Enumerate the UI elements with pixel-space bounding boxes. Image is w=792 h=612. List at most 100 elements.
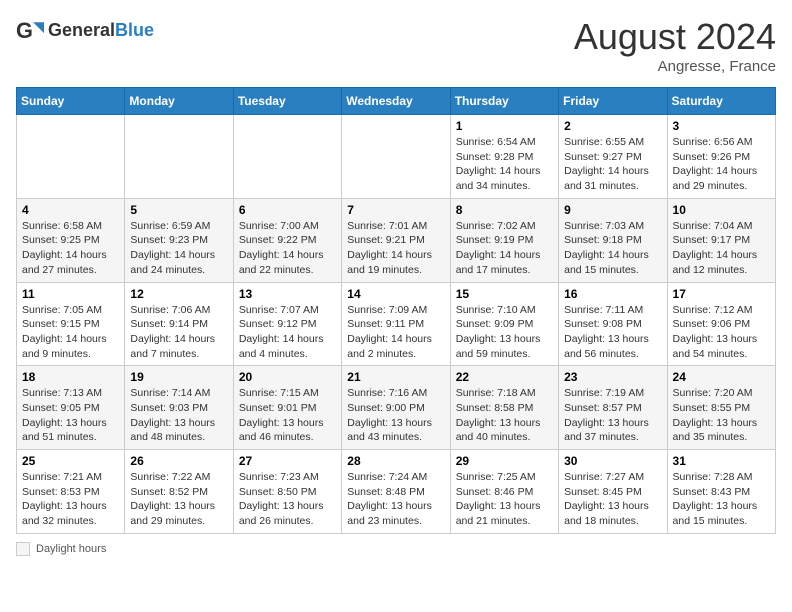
day-number: 30 <box>564 454 661 468</box>
day-number: 28 <box>347 454 444 468</box>
day-number: 21 <box>347 370 444 384</box>
day-info: Sunrise: 7:22 AMSunset: 8:52 PMDaylight:… <box>130 470 227 529</box>
calendar-cell: 12 Sunrise: 7:06 AMSunset: 9:14 PMDayligh… <box>125 282 233 366</box>
day-number: 12 <box>130 287 227 301</box>
calendar-cell <box>233 115 341 199</box>
day-number: 2 <box>564 119 661 133</box>
day-info: Sunrise: 7:02 AMSunset: 9:19 PMDaylight:… <box>456 219 553 278</box>
calendar-cell: 22 Sunrise: 7:18 AMSunset: 8:58 PMDayligh… <box>450 366 558 450</box>
calendar-week-1: 1 Sunrise: 6:54 AMSunset: 9:28 PMDaylight… <box>17 115 776 199</box>
day-number: 4 <box>22 203 119 217</box>
calendar-cell <box>125 115 233 199</box>
month-title: August 2024 <box>574 16 776 58</box>
column-header-wednesday: Wednesday <box>342 88 450 115</box>
calendar-cell: 8 Sunrise: 7:02 AMSunset: 9:19 PMDaylight… <box>450 198 558 282</box>
day-info: Sunrise: 6:58 AMSunset: 9:25 PMDaylight:… <box>22 219 119 278</box>
day-info: Sunrise: 7:24 AMSunset: 8:48 PMDaylight:… <box>347 470 444 529</box>
column-header-sunday: Sunday <box>17 88 125 115</box>
calendar-cell: 29 Sunrise: 7:25 AMSunset: 8:46 PMDayligh… <box>450 450 558 534</box>
calendar-cell: 11Sunrise: 7:05 AMSunset: 9:15 PMDayligh… <box>17 282 125 366</box>
header-row: SundayMondayTuesdayWednesdayThursdayFrid… <box>17 88 776 115</box>
day-info: Sunrise: 7:11 AMSunset: 9:08 PMDaylight:… <box>564 303 661 362</box>
day-info: Sunrise: 7:13 AMSunset: 9:05 PMDaylight:… <box>22 386 119 445</box>
calendar-cell: 19 Sunrise: 7:14 AMSunset: 9:03 PMDayligh… <box>125 366 233 450</box>
legend-label: Daylight hours <box>36 543 106 555</box>
calendar-cell: 14 Sunrise: 7:09 AMSunset: 9:11 PMDayligh… <box>342 282 450 366</box>
day-number: 25 <box>22 454 119 468</box>
day-info: Sunrise: 7:28 AMSunset: 8:43 PMDaylight:… <box>673 470 770 529</box>
legend-box <box>16 542 30 556</box>
day-info: Sunrise: 7:07 AMSunset: 9:12 PMDaylight:… <box>239 303 336 362</box>
calendar-cell: 27Sunrise: 7:23 AMSunset: 8:50 PMDayligh… <box>233 450 341 534</box>
day-info: Sunrise: 7:23 AMSunset: 8:50 PMDaylight:… <box>239 470 336 529</box>
calendar-cell <box>342 115 450 199</box>
legend: Daylight hours <box>16 542 776 556</box>
day-number: 16 <box>564 287 661 301</box>
day-number: 29 <box>456 454 553 468</box>
calendar-week-2: 4 Sunrise: 6:58 AMSunset: 9:25 PMDaylight… <box>17 198 776 282</box>
column-header-saturday: Saturday <box>667 88 775 115</box>
logo-blue-text: Blue <box>115 20 154 40</box>
day-info: Sunrise: 6:56 AMSunset: 9:26 PMDaylight:… <box>673 135 770 194</box>
day-info: Sunrise: 7:01 AMSunset: 9:21 PMDaylight:… <box>347 219 444 278</box>
column-header-friday: Friday <box>559 88 667 115</box>
column-header-monday: Monday <box>125 88 233 115</box>
calendar-cell: 30 Sunrise: 7:27 AMSunset: 8:45 PMDayligh… <box>559 450 667 534</box>
calendar-cell: 4 Sunrise: 6:58 AMSunset: 9:25 PMDaylight… <box>17 198 125 282</box>
day-number: 19 <box>130 370 227 384</box>
day-info: Sunrise: 7:04 AMSunset: 9:17 PMDaylight:… <box>673 219 770 278</box>
calendar-body: 1 Sunrise: 6:54 AMSunset: 9:28 PMDaylight… <box>17 115 776 534</box>
day-number: 1 <box>456 119 553 133</box>
day-info: Sunrise: 7:18 AMSunset: 8:58 PMDaylight:… <box>456 386 553 445</box>
column-header-tuesday: Tuesday <box>233 88 341 115</box>
svg-text:G: G <box>16 18 33 43</box>
day-info: Sunrise: 7:20 AMSunset: 8:55 PMDaylight:… <box>673 386 770 445</box>
day-info: Sunrise: 7:06 AMSunset: 9:14 PMDaylight:… <box>130 303 227 362</box>
calendar-cell: 21 Sunrise: 7:16 AMSunset: 9:00 PMDayligh… <box>342 366 450 450</box>
calendar-cell <box>17 115 125 199</box>
day-info: Sunrise: 7:10 AMSunset: 9:09 PMDaylight:… <box>456 303 553 362</box>
day-number: 8 <box>456 203 553 217</box>
day-number: 31 <box>673 454 770 468</box>
day-number: 11 <box>22 287 119 301</box>
day-number: 9 <box>564 203 661 217</box>
day-info: Sunrise: 7:25 AMSunset: 8:46 PMDaylight:… <box>456 470 553 529</box>
day-number: 22 <box>456 370 553 384</box>
day-info: Sunrise: 7:19 AMSunset: 8:57 PMDaylight:… <box>564 386 661 445</box>
column-header-thursday: Thursday <box>450 88 558 115</box>
calendar-cell: 15 Sunrise: 7:10 AMSunset: 9:09 PMDayligh… <box>450 282 558 366</box>
day-number: 24 <box>673 370 770 384</box>
day-info: Sunrise: 7:09 AMSunset: 9:11 PMDaylight:… <box>347 303 444 362</box>
day-info: Sunrise: 6:55 AMSunset: 9:27 PMDaylight:… <box>564 135 661 194</box>
calendar-cell: 31 Sunrise: 7:28 AMSunset: 8:43 PMDayligh… <box>667 450 775 534</box>
calendar-cell: 20Sunrise: 7:15 AMSunset: 9:01 PMDayligh… <box>233 366 341 450</box>
day-number: 23 <box>564 370 661 384</box>
day-info: Sunrise: 7:00 AMSunset: 9:22 PMDaylight:… <box>239 219 336 278</box>
calendar-cell: 18 Sunrise: 7:13 AMSunset: 9:05 PMDayligh… <box>17 366 125 450</box>
day-info: Sunrise: 7:03 AMSunset: 9:18 PMDaylight:… <box>564 219 661 278</box>
day-number: 15 <box>456 287 553 301</box>
day-number: 10 <box>673 203 770 217</box>
day-info: Sunrise: 7:14 AMSunset: 9:03 PMDaylight:… <box>130 386 227 445</box>
day-info: Sunrise: 7:12 AMSunset: 9:06 PMDaylight:… <box>673 303 770 362</box>
calendar-cell: 25 Sunrise: 7:21 AMSunset: 8:53 PMDayligh… <box>17 450 125 534</box>
day-number: 6 <box>239 203 336 217</box>
page-header: G GeneralBlue August 2024 Angresse, Fran… <box>16 16 776 75</box>
calendar-cell: 6 Sunrise: 7:00 AMSunset: 9:22 PMDaylight… <box>233 198 341 282</box>
day-info: Sunrise: 7:21 AMSunset: 8:53 PMDaylight:… <box>22 470 119 529</box>
calendar-cell: 1 Sunrise: 6:54 AMSunset: 9:28 PMDaylight… <box>450 115 558 199</box>
day-info: Sunrise: 6:54 AMSunset: 9:28 PMDaylight:… <box>456 135 553 194</box>
calendar-cell: 7Sunrise: 7:01 AMSunset: 9:21 PMDaylight… <box>342 198 450 282</box>
logo-general-text: General <box>48 20 115 40</box>
day-info: Sunrise: 7:15 AMSunset: 9:01 PMDaylight:… <box>239 386 336 445</box>
calendar-header: SundayMondayTuesdayWednesdayThursdayFrid… <box>17 88 776 115</box>
day-number: 18 <box>22 370 119 384</box>
day-number: 26 <box>130 454 227 468</box>
calendar-cell: 5Sunrise: 6:59 AMSunset: 9:23 PMDaylight… <box>125 198 233 282</box>
day-info: Sunrise: 7:27 AMSunset: 8:45 PMDaylight:… <box>564 470 661 529</box>
calendar-week-4: 18 Sunrise: 7:13 AMSunset: 9:05 PMDayligh… <box>17 366 776 450</box>
day-info: Sunrise: 7:16 AMSunset: 9:00 PMDaylight:… <box>347 386 444 445</box>
calendar-cell: 9 Sunrise: 7:03 AMSunset: 9:18 PMDaylight… <box>559 198 667 282</box>
day-number: 14 <box>347 287 444 301</box>
day-info: Sunrise: 6:59 AMSunset: 9:23 PMDaylight:… <box>130 219 227 278</box>
